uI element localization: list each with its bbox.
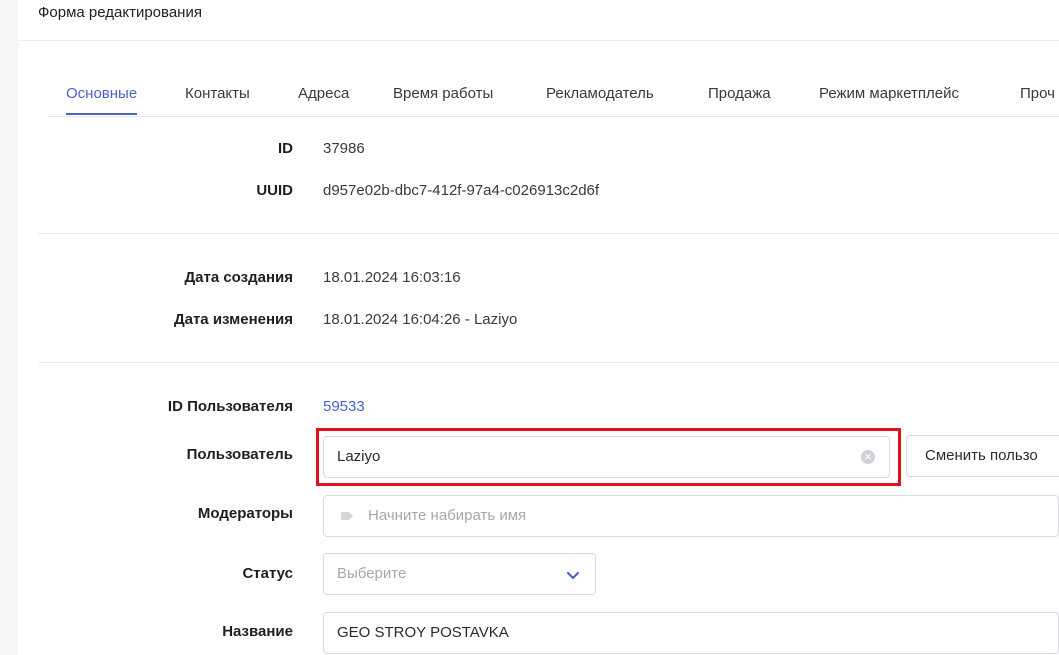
tab-working-hours[interactable]: Время работы bbox=[393, 73, 493, 115]
tab-other[interactable]: Проч bbox=[1020, 73, 1055, 115]
tag-icon bbox=[341, 512, 353, 520]
name-label: Название bbox=[222, 623, 293, 640]
chevron-down-icon bbox=[566, 571, 580, 580]
user-field[interactable]: Laziyo × bbox=[323, 436, 890, 478]
user-id-link[interactable]: 59533 bbox=[323, 398, 365, 415]
modified-date-value: 18.01.2024 16:04:26 - Laziyo bbox=[323, 311, 518, 328]
tab-addresses[interactable]: Адреса bbox=[298, 73, 349, 115]
id-value: 37986 bbox=[323, 140, 365, 157]
tab-bar: Основные Контакты Адреса Время работы Ре… bbox=[48, 73, 1059, 117]
title-divider bbox=[18, 40, 1059, 41]
user-id-label: ID Пользователя bbox=[167, 398, 293, 415]
change-user-button[interactable]: Сменить пользо bbox=[906, 435, 1059, 477]
uuid-value: d957e02b-dbc7-412f-97a4-c026913c2d6f bbox=[323, 182, 600, 199]
id-label: ID bbox=[278, 140, 293, 157]
status-placeholder: Выберите bbox=[337, 565, 407, 582]
name-input[interactable]: GEO STROY POSTAVKA bbox=[323, 612, 1059, 654]
section-divider bbox=[38, 362, 1059, 363]
moderators-label: Модераторы bbox=[197, 505, 293, 522]
tab-advertiser[interactable]: Рекламодатель bbox=[546, 73, 654, 115]
tab-contacts[interactable]: Контакты bbox=[185, 73, 250, 115]
form-title: Форма редактирования bbox=[38, 4, 202, 21]
tab-main[interactable]: Основные bbox=[66, 73, 138, 115]
tab-marketplace-mode[interactable]: Режим маркетплейс bbox=[819, 73, 959, 115]
edit-form-panel: Форма редактирования Основные Контакты А… bbox=[18, 0, 1059, 655]
section-divider bbox=[38, 233, 1059, 234]
modified-date-label: Дата изменения bbox=[173, 311, 293, 328]
created-date-label: Дата создания bbox=[184, 269, 293, 286]
user-label: Пользователь bbox=[186, 446, 293, 463]
tab-sale[interactable]: Продажа bbox=[708, 73, 771, 115]
user-field-value: Laziyo bbox=[337, 448, 381, 465]
moderators-input[interactable]: Начните набирать имя bbox=[323, 495, 1059, 537]
uuid-label: UUID bbox=[256, 182, 293, 199]
moderators-placeholder: Начните набирать имя bbox=[368, 507, 527, 524]
name-input-value: GEO STROY POSTAVKA bbox=[337, 624, 509, 641]
status-label: Статус bbox=[242, 565, 293, 582]
status-select[interactable]: Выберите bbox=[323, 553, 596, 595]
created-date-value: 18.01.2024 16:03:16 bbox=[323, 269, 461, 286]
clear-icon[interactable]: × bbox=[861, 450, 875, 464]
